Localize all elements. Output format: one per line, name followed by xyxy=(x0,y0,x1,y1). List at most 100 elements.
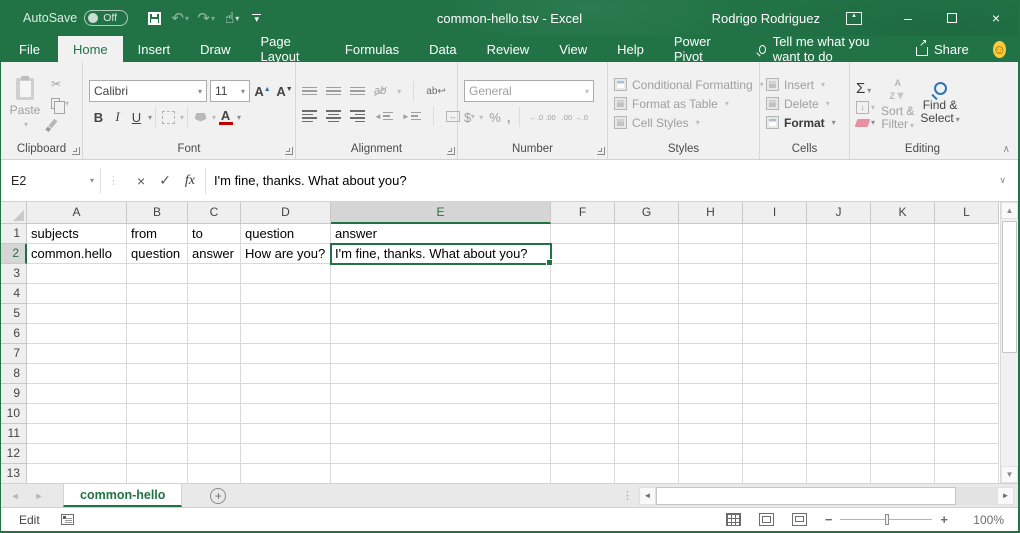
cell-G1[interactable] xyxy=(615,224,679,244)
cell-B6[interactable] xyxy=(127,324,188,344)
cell-I11[interactable] xyxy=(743,424,807,444)
orientation-button[interactable]: ab xyxy=(374,85,386,97)
format-as-table-button[interactable]: Format as Table▾ xyxy=(614,96,764,112)
row-header-5[interactable]: 5 xyxy=(1,304,27,324)
row-header-7[interactable]: 7 xyxy=(1,344,27,364)
cell-F13[interactable] xyxy=(551,464,615,483)
increase-decimal-button[interactable]: ←.0 .00 xyxy=(529,114,555,121)
cell-J11[interactable] xyxy=(807,424,871,444)
paste-dropdown-icon[interactable]: ▾ xyxy=(24,120,28,129)
cell-H5[interactable] xyxy=(679,304,743,324)
tab-data[interactable]: Data xyxy=(414,36,471,62)
expand-formula-bar-button[interactable]: ∨ xyxy=(991,175,1014,186)
cell-G13[interactable] xyxy=(615,464,679,483)
sheet-tab-common-hello[interactable]: common-hello xyxy=(63,484,182,507)
cell-styles-dropdown-icon[interactable]: ▾ xyxy=(696,118,700,127)
borders-button[interactable] xyxy=(159,107,178,127)
cell-G9[interactable] xyxy=(615,384,679,404)
find-select-button[interactable]: Find &Select▾ xyxy=(920,65,959,142)
cell-I8[interactable] xyxy=(743,364,807,384)
font-name-dropdown-icon[interactable]: ▾ xyxy=(198,87,202,96)
touch-mouse-mode-button[interactable]: ☝▾ xyxy=(220,5,244,31)
row-header-12[interactable]: 12 xyxy=(1,444,27,464)
new-sheet-button[interactable]: + xyxy=(210,488,226,504)
zoom-slider[interactable] xyxy=(840,519,932,520)
tab-help[interactable]: Help xyxy=(602,36,659,62)
cell-J9[interactable] xyxy=(807,384,871,404)
fill-button[interactable]: ↓▾ xyxy=(856,101,875,114)
cell-H9[interactable] xyxy=(679,384,743,404)
cell-F12[interactable] xyxy=(551,444,615,464)
cell-J7[interactable] xyxy=(807,344,871,364)
font-name-combo[interactable]: Calibri▾ xyxy=(89,80,207,102)
vertical-scroll-thumb[interactable] xyxy=(1002,221,1017,353)
user-name[interactable]: Rodrigo Rodriguez xyxy=(712,11,820,26)
cell-D2[interactable]: How are you? xyxy=(241,244,331,264)
number-dialog-launcher[interactable] xyxy=(597,147,605,155)
cell-B1[interactable]: from xyxy=(127,224,188,244)
cell-E1[interactable]: answer xyxy=(331,224,551,244)
cell-E6[interactable] xyxy=(331,324,551,344)
cell-C5[interactable] xyxy=(188,304,241,324)
column-header-L[interactable]: L xyxy=(935,202,999,224)
cell-A7[interactable] xyxy=(27,344,127,364)
cell-C11[interactable] xyxy=(188,424,241,444)
cell-G12[interactable] xyxy=(615,444,679,464)
formula-bar-grip[interactable]: ⋮ xyxy=(101,174,127,187)
cell-C10[interactable] xyxy=(188,404,241,424)
row-header-4[interactable]: 4 xyxy=(1,284,27,304)
delete-dropdown-icon[interactable]: ▾ xyxy=(826,99,830,108)
cell-K12[interactable] xyxy=(871,444,935,464)
fill-color-button[interactable] xyxy=(191,107,210,127)
autosave-toggle[interactable]: AutoSave Off xyxy=(23,10,128,26)
cell-L3[interactable] xyxy=(935,264,999,284)
cell-L12[interactable] xyxy=(935,444,999,464)
cell-A8[interactable] xyxy=(27,364,127,384)
number-format-combo[interactable]: General▾ xyxy=(464,80,594,102)
cell-L2[interactable] xyxy=(935,244,999,264)
insert-cells-button[interactable]: Insert▾ xyxy=(766,77,836,93)
column-header-H[interactable]: H xyxy=(679,202,743,224)
cell-K11[interactable] xyxy=(871,424,935,444)
font-dialog-launcher[interactable] xyxy=(285,147,293,155)
cell-J3[interactable] xyxy=(807,264,871,284)
cell-K9[interactable] xyxy=(871,384,935,404)
scroll-right-icon[interactable]: ► xyxy=(997,487,1014,505)
tab-draw[interactable]: Draw xyxy=(185,36,245,62)
redo-button[interactable]: ↷▾ xyxy=(194,5,218,31)
cell-L10[interactable] xyxy=(935,404,999,424)
next-sheet-button[interactable]: ► xyxy=(29,484,49,507)
normal-view-button[interactable] xyxy=(726,513,741,526)
row-header-8[interactable]: 8 xyxy=(1,364,27,384)
ribbon-display-options-button[interactable]: ▴ xyxy=(846,12,862,25)
zoom-slider-handle[interactable] xyxy=(885,514,889,525)
cell-H10[interactable] xyxy=(679,404,743,424)
cell-K7[interactable] xyxy=(871,344,935,364)
cell-L8[interactable] xyxy=(935,364,999,384)
cell-F2[interactable] xyxy=(551,244,615,264)
cell-G8[interactable] xyxy=(615,364,679,384)
cell-I5[interactable] xyxy=(743,304,807,324)
insert-function-button[interactable]: fx xyxy=(185,173,195,189)
row-header-1[interactable]: 1 xyxy=(1,224,27,244)
row-header-13[interactable]: 13 xyxy=(1,464,27,483)
cell-L1[interactable] xyxy=(935,224,999,244)
font-size-combo[interactable]: 11▾ xyxy=(210,80,250,102)
horizontal-scroll-thumb[interactable] xyxy=(656,487,956,505)
cell-A13[interactable] xyxy=(27,464,127,483)
format-as-table-dropdown-icon[interactable]: ▾ xyxy=(725,99,729,108)
percent-button[interactable]: % xyxy=(489,110,501,125)
cell-D12[interactable] xyxy=(241,444,331,464)
tell-me-box[interactable]: Tell me what you want to do xyxy=(759,36,890,62)
cell-D9[interactable] xyxy=(241,384,331,404)
cell-K6[interactable] xyxy=(871,324,935,344)
cell-A1[interactable]: subjects xyxy=(27,224,127,244)
align-center-button[interactable] xyxy=(326,110,341,122)
copy-button[interactable]: ▾ xyxy=(51,96,69,112)
cell-E10[interactable] xyxy=(331,404,551,424)
cell-A2[interactable]: common.hello xyxy=(27,244,127,264)
cell-G7[interactable] xyxy=(615,344,679,364)
conditional-formatting-button[interactable]: Conditional Formatting▾ xyxy=(614,77,764,93)
cell-B2[interactable]: question xyxy=(127,244,188,264)
bold-button[interactable]: B xyxy=(89,107,108,127)
